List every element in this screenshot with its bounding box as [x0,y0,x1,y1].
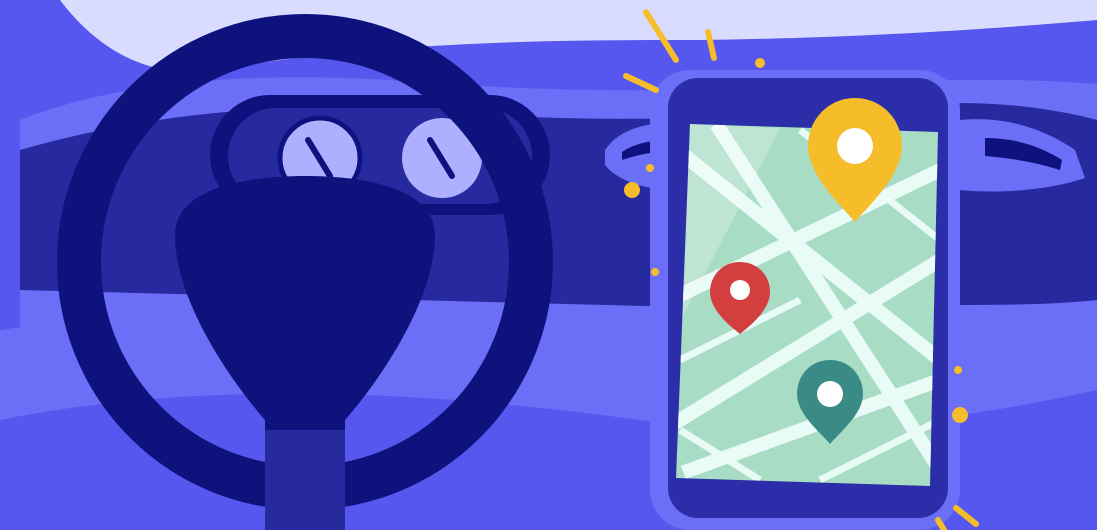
car-dashboard-illustration [0,0,1097,530]
dashboard-svg [0,0,1097,530]
navigation-phone [650,70,960,530]
